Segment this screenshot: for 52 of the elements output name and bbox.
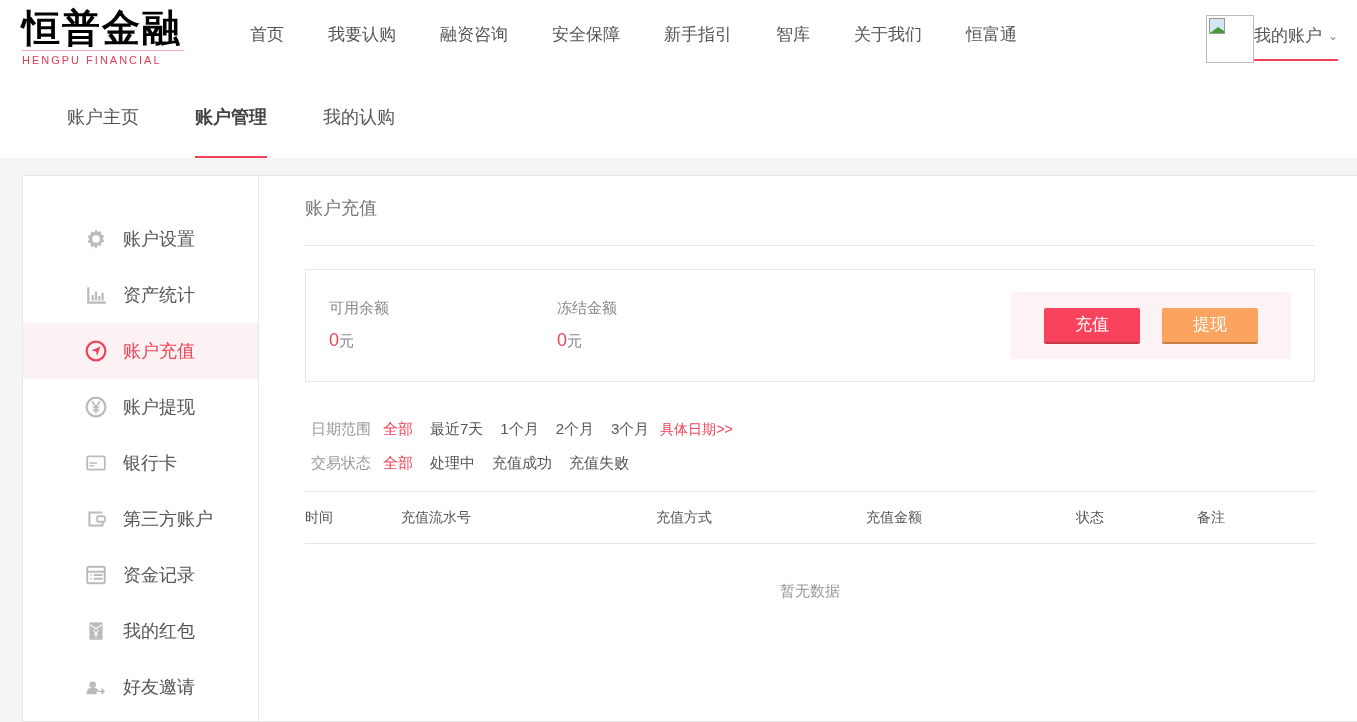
gear-icon [85,228,107,250]
wallet-icon [85,508,107,530]
filter-option[interactable]: 充值失败 [569,451,629,474]
recharge-button[interactable]: 充值 [1044,307,1140,344]
column-header: 充值金额 [866,508,923,527]
filter-option[interactable]: 全部 [383,451,413,474]
logo-subtitle: HENGPU FINANCIAL [22,50,184,67]
filter-label: 日期范围 [311,419,371,439]
filter-option[interactable]: 2个月 [555,418,595,441]
sidebar-item[interactable]: 资产统计 [23,267,258,323]
balance-amount: 0元 [329,329,355,353]
column-header: 时间 [305,508,334,527]
sidebar-item[interactable]: 银行卡 [23,435,258,491]
balance-amount: 0元 [557,329,583,353]
sidebar-item[interactable]: 我的红包 [23,603,258,659]
nav-link[interactable]: 安全保障 [552,22,620,48]
filter-option[interactable]: 1个月 [500,418,539,441]
filter-option[interactable]: 最近7天 [430,418,484,441]
sidebar-item[interactable]: 第三方账户 [23,491,258,547]
yen-icon [85,396,107,418]
balance-label: 冻结金额 [557,297,618,318]
empty-message: 暂无数据 [780,581,840,601]
column-header: 状态 [1076,508,1105,527]
filter-option[interactable]: 处理中 [430,451,475,474]
logo-title: 恒普金融 [22,6,183,50]
sidebar-item[interactable]: 账户提现 [23,379,258,435]
list-icon [85,564,107,586]
nav-link[interactable]: 新手指引 [664,22,732,48]
column-header: 充值方式 [656,508,713,527]
filter-option[interactable]: 充值成功 [492,451,552,474]
sidebar-item[interactable]: 好友邀请 [23,659,258,715]
page-title: 账户充值 [305,197,377,220]
filter-option[interactable]: 3个月 [611,418,650,441]
column-header: 备注 [1197,508,1226,527]
broken-image-icon [1209,18,1225,34]
column-header: 充值流水号 [401,508,472,527]
sidebar-item[interactable]: 账户设置 [23,211,258,267]
nav-link[interactable]: 首页 [250,22,284,48]
nav-link[interactable]: 融资咨询 [440,22,508,48]
subtab[interactable]: 我的认购 [323,78,395,158]
subtab[interactable]: 账户主页 [67,78,139,158]
nav-link[interactable]: 智库 [776,22,810,48]
bar-chart-icon [85,284,107,306]
nav-link[interactable]: 恒富通 [966,22,1017,48]
nav-link[interactable]: 我要认购 [328,22,396,48]
sidebar-item[interactable]: 资金记录 [23,547,258,603]
filter-option[interactable]: 全部 [383,418,413,441]
nav-link[interactable]: 关于我们 [854,22,922,48]
account-menu[interactable]: 我的账户 ⌄ [1254,23,1338,49]
filter-label: 交易状态 [311,452,371,473]
date-picker-link[interactable]: 具体日期>> [660,418,733,440]
balance-label: 可用余额 [329,297,390,318]
